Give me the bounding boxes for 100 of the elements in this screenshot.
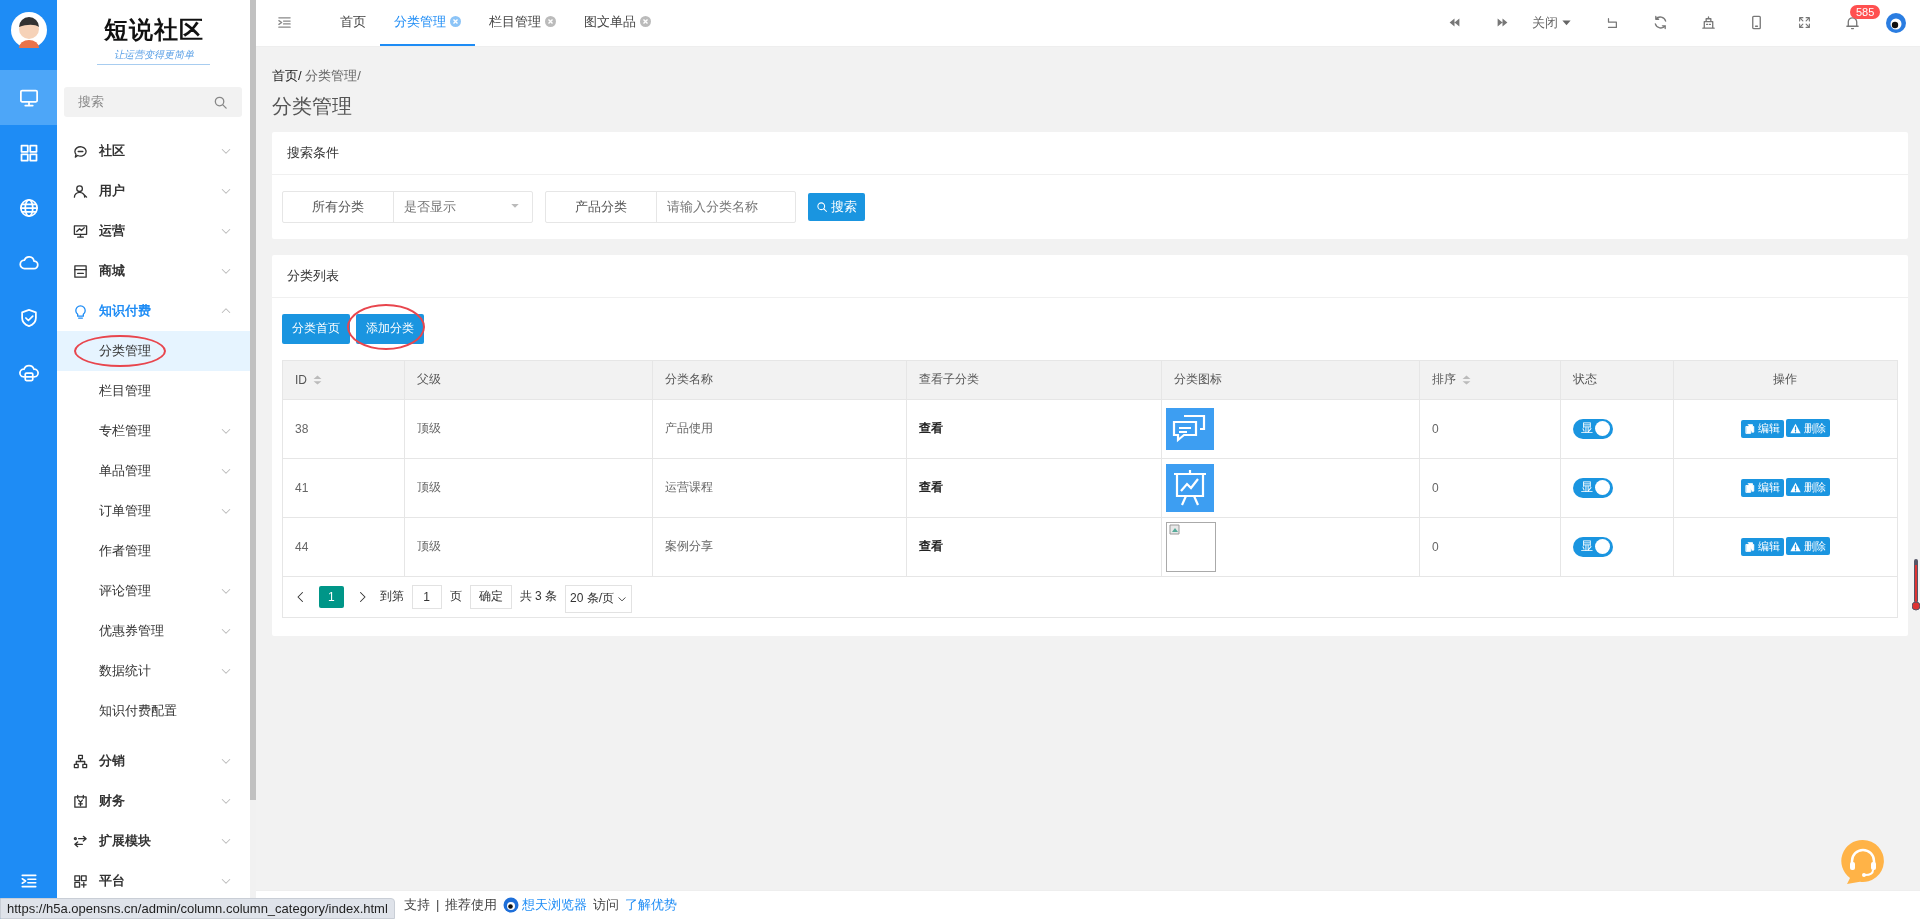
page-button[interactable]: 1	[319, 585, 344, 608]
panel-title: 分类列表	[287, 266, 339, 285]
tab[interactable]: 首页	[326, 0, 380, 46]
grid-icon	[18, 142, 39, 163]
submenu-item[interactable]: 订单管理	[57, 491, 250, 531]
tab[interactable]: 图文单品	[570, 0, 665, 46]
menu-collapse-icon	[19, 872, 38, 890]
rail-item[interactable]	[0, 70, 57, 125]
page-input[interactable]: 1	[411, 584, 442, 609]
close-icon[interactable]	[640, 16, 651, 28]
submenu-item[interactable]: 单品管理	[57, 451, 250, 491]
thermometer-icon	[1912, 558, 1920, 611]
chat-icon	[73, 143, 88, 159]
menu-item[interactable]: 社区	[57, 131, 250, 171]
warning-icon	[1789, 422, 1801, 434]
apps-icon	[73, 873, 88, 889]
column-header: 排序	[1431, 371, 1456, 388]
table-cell: 0	[1419, 458, 1561, 517]
avatar[interactable]	[10, 12, 47, 48]
table-cell: 44	[283, 517, 405, 576]
presentation-icon	[73, 223, 88, 239]
goto-label: 到第	[379, 588, 404, 605]
table-cell: 38	[283, 399, 405, 458]
column-header: 分类名称	[665, 371, 714, 388]
close-dropdown[interactable]: 关闭	[1526, 0, 1578, 46]
menu-item[interactable]: 运营	[57, 211, 250, 251]
logo-text: 短说社区	[102, 14, 205, 46]
avatar[interactable]	[1886, 12, 1906, 33]
user-icon	[73, 183, 88, 199]
cloud-box-icon	[18, 362, 39, 383]
footer-text: 支持	[404, 895, 430, 914]
menu-item[interactable]: 分销	[57, 741, 250, 781]
copy-icon	[1744, 541, 1755, 552]
bulb-icon	[73, 303, 88, 319]
breadcrumb-link[interactable]: 分类管理/	[305, 67, 361, 83]
presentation-chart-icon	[1166, 463, 1215, 512]
building-icon	[1700, 15, 1716, 31]
table-cell: 0	[1419, 399, 1561, 458]
column-header: 操作	[1773, 371, 1798, 388]
tab[interactable]: 栏目管理	[475, 0, 570, 46]
exchange-arrows-icon	[73, 833, 88, 849]
menu-item[interactable]: 平台	[57, 861, 250, 901]
footer-text: 访问	[593, 895, 620, 914]
table-cell: 顶级	[404, 517, 653, 576]
fullscreen-icon	[1797, 16, 1811, 30]
copy-icon	[1744, 423, 1755, 434]
breadcrumb-link[interactable]: 首页/	[272, 67, 302, 83]
submenu-item[interactable]: 优惠券管理	[57, 611, 250, 651]
table-cell: 41	[283, 458, 405, 517]
rewind-icon	[1447, 16, 1461, 30]
footer-text: 推荐使用	[445, 895, 498, 914]
menu-collapse-icon	[276, 15, 292, 31]
globe-icon	[18, 197, 39, 218]
view-link[interactable]: 查看	[918, 539, 943, 553]
close-icon[interactable]	[450, 16, 461, 28]
submenu-item[interactable]: 数据统计	[57, 651, 250, 691]
page-unit: 页	[449, 588, 462, 605]
table-cell: 顶级	[404, 399, 653, 458]
view-link[interactable]: 查看	[918, 421, 943, 435]
page-title: 分类管理	[272, 93, 353, 119]
view-link[interactable]: 查看	[918, 480, 943, 494]
submenu-item[interactable]: 评论管理	[57, 571, 250, 611]
footer-link[interactable]: 了解优势	[625, 895, 678, 914]
bell-icon	[1844, 15, 1860, 31]
menu-item[interactable]: 用户	[57, 171, 250, 211]
headset-help-button[interactable]	[1839, 837, 1887, 886]
menu-item[interactable]: 财务	[57, 781, 250, 821]
search-icon	[213, 94, 228, 110]
menu-item[interactable]: 扩展模块	[57, 821, 250, 861]
warning-icon	[1789, 481, 1801, 493]
table-cell: 产品使用	[652, 399, 907, 458]
tab[interactable]: 分类管理	[380, 0, 475, 46]
menu-item[interactable]: 商城	[57, 251, 250, 291]
column-header: ID	[295, 372, 307, 387]
submenu-item[interactable]: 知识付费配置	[57, 691, 250, 731]
yen-calendar-icon	[73, 793, 88, 809]
close-icon[interactable]	[545, 16, 556, 28]
submenu-item[interactable]: 分类管理	[57, 331, 250, 371]
status-url: https://h5a.opensns.cn/admin/column.column_category/index.html	[7, 901, 388, 916]
notification-badge: 585	[1850, 5, 1881, 19]
store-icon	[73, 263, 88, 279]
confirm-button[interactable]: 确定	[469, 584, 512, 609]
panel-title: 搜索条件	[287, 143, 339, 162]
table-cell: 案例分享	[652, 517, 907, 576]
column-header: 状态	[1573, 371, 1598, 388]
refresh-icon	[1652, 15, 1668, 31]
browser-link[interactable]: 想天浏览器	[503, 895, 588, 914]
footer-text: |	[436, 897, 440, 913]
page-size-select[interactable]: 20 条/页	[565, 584, 633, 613]
chat-bubbles-icon	[1166, 407, 1215, 450]
submenu-item[interactable]: 作者管理	[57, 531, 250, 571]
table-cell: 0	[1419, 517, 1561, 576]
submenu-item[interactable]: 专栏管理	[57, 411, 250, 451]
search-icon	[816, 200, 828, 213]
table-cell: 顶级	[404, 458, 653, 517]
menu-item[interactable]: 知识付费	[57, 291, 250, 331]
return-icon	[1605, 15, 1619, 30]
submenu-item[interactable]: 栏目管理	[57, 371, 250, 411]
copy-icon	[1744, 482, 1755, 493]
table-cell: 运营课程	[652, 458, 907, 517]
